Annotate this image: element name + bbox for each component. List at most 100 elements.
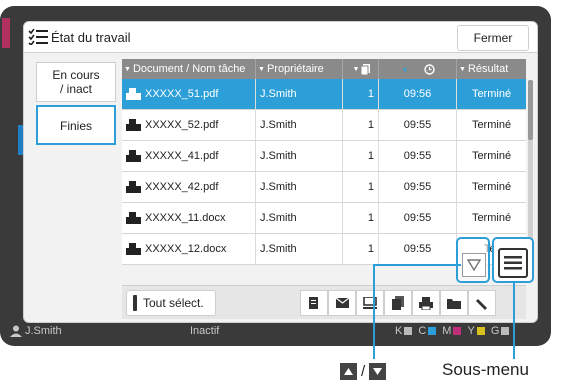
cell-document: XXXXX_11.docx [122,203,256,233]
window-title: État du travail [51,30,131,45]
callout-leader [373,264,461,266]
ink-levels: K C M Y G [395,325,510,337]
cell-count: 1 [343,172,379,202]
clock-icon [424,63,436,75]
select-all-icon [133,295,137,311]
document-name: XXXXX_52.pdf [145,119,219,131]
document-name: XXXXX_51.pdf [145,88,219,100]
table-row[interactable]: XXXXX_52.pdf J.Smith 1 09:55 Terminé [122,110,526,141]
cell-count: 1 [343,141,379,171]
document-name: XXXXX_11.docx [145,212,226,224]
cell-time: 09:55 [379,141,457,171]
printer-icon [419,296,433,310]
cell-time: 09:55 [379,110,457,140]
scroll-arrows-caption: / [340,363,387,380]
edit-button[interactable] [468,290,496,316]
column-copies[interactable]: ▼ [343,59,379,79]
cell-result: Terminé [471,119,512,131]
table-row[interactable]: XXXXX_42.pdf J.Smith 1 09:55 Terminé [122,172,526,203]
cell-result: Terminé [471,212,512,224]
cell-count: 1 [343,234,379,264]
select-all-button[interactable]: Tout sélect. [126,290,216,316]
print-job-icon [126,150,141,162]
callout-leader [513,283,515,359]
user-icon [10,325,22,337]
status-bar: J.Smith Inactif K C M Y G [10,324,550,342]
tab-finished-jobs[interactable]: Finies [36,105,116,145]
hamburger-menu-icon [504,256,522,270]
cell-count: 1 [343,79,379,109]
cell-time: 09:56 [379,79,457,109]
cell-result: Terminé [471,150,512,162]
document-details-icon [309,297,318,309]
cell-owner: J.Smith [256,141,343,171]
cell-count: 1 [343,110,379,140]
cell-owner: J.Smith [256,110,343,140]
cell-owner: J.Smith [256,203,343,233]
print-job-icon [126,119,141,131]
status-state: Inactif [190,325,220,337]
cell-document: XXXXX_41.pdf [122,141,256,171]
tab-active-inactive-jobs[interactable]: En cours / inact [36,62,116,102]
document-name: XXXXX_41.pdf [145,150,219,162]
computer-button[interactable] [356,290,384,316]
tab-label-line1: En cours [52,68,100,82]
column-owner[interactable]: ▼ Propriétaire [256,59,343,79]
ink-c: C [418,325,437,337]
submenu-caption: Sous-menu [442,360,529,379]
status-user-name: J.Smith [25,325,62,337]
submenu-button[interactable] [498,248,528,278]
job-list-icon [28,29,48,45]
pen-icon [475,298,487,310]
cell-owner: J.Smith [256,234,343,264]
arrow-up-icon [340,363,357,380]
arrow-down-icon [369,363,387,380]
callout-leader [373,264,375,359]
cell-owner: J.Smith [256,172,343,202]
cell-document: XXXXX_12.docx [122,234,256,264]
document-name: XXXXX_12.docx [145,243,227,255]
ink-k: K [395,325,413,337]
cell-time: 09:55 [379,203,457,233]
ink-g: G [491,325,510,337]
details-button[interactable] [300,290,328,316]
mail-button[interactable] [328,290,356,316]
bottom-toolbar: Tout sélect. [122,285,526,319]
title-bar: État du travail Fermer [24,22,537,53]
job-table: ▼ Document / Nom tâche ▼ Propriétaire ▼ ▲ … [122,59,526,265]
cell-document: XXXXX_52.pdf [122,110,256,140]
ink-m: M [442,325,462,337]
status-user: J.Smith [10,325,62,337]
scroll-down-button[interactable] [462,253,486,277]
column-document[interactable]: ▼ Document / Nom tâche [122,59,256,79]
cell-result: Terminé [471,181,512,193]
cell-count: 1 [343,203,379,233]
copy-button[interactable] [384,290,412,316]
copies-icon [361,63,371,75]
cell-result: Terminé [471,88,512,100]
table-row[interactable]: XXXXX_51.pdf J.Smith 1 09:56 Terminé [122,79,526,110]
cell-document: XXXXX_42.pdf [122,172,256,202]
ink-y: Y [467,325,485,337]
cell-time: 09:55 [379,234,457,264]
cell-time: 09:55 [379,172,457,202]
print-job-icon [126,212,141,224]
folder-button[interactable] [440,290,468,316]
column-result[interactable]: ▼ Résultat [457,59,526,79]
print-job-icon [126,181,141,193]
table-header: ▼ Document / Nom tâche ▼ Propriétaire ▼ ▲ … [122,59,526,79]
triangle-down-icon [467,259,481,271]
select-all-label: Tout sélect. [143,296,204,310]
close-button[interactable]: Fermer [457,25,529,51]
background-accent [2,18,10,48]
print-job-icon [126,88,141,100]
table-row[interactable]: XXXXX_41.pdf J.Smith 1 09:55 Terminé [122,141,526,172]
print-button[interactable] [412,290,440,316]
scrollbar-thumb[interactable] [528,80,533,140]
mail-icon [335,298,349,308]
table-row[interactable]: XXXXX_11.docx J.Smith 1 09:55 Terminé [122,203,526,234]
print-job-icon [126,243,141,255]
caption-slash: / [361,363,366,380]
column-time[interactable]: ▲ [379,59,457,79]
document-name: XXXXX_42.pdf [145,181,219,193]
